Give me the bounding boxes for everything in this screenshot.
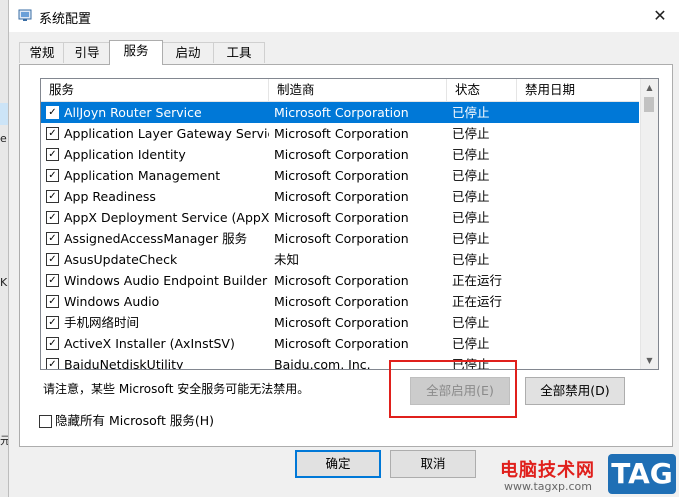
service-checkbox[interactable]: ✓ [46, 169, 59, 182]
service-name: Windows Audio Endpoint Builder [64, 273, 268, 288]
tab-boot[interactable]: 引导 [63, 42, 111, 63]
service-status: 正在运行 [452, 294, 503, 309]
service-status: 已停止 [452, 210, 490, 225]
service-checkbox[interactable]: ✓ [46, 274, 59, 287]
tab-general[interactable]: 常规 [19, 42, 65, 63]
system-config-window: 系统配置 ✕ 常规 引导 服务 启动 工具 服务 制造商 状态 禁用日期 ✓ Al… [8, 0, 679, 497]
close-button[interactable]: ✕ [648, 4, 672, 28]
service-status: 已停止 [452, 147, 490, 162]
tab-tools[interactable]: 工具 [213, 42, 265, 63]
column-header-disabled-date[interactable]: 禁用日期 [517, 79, 639, 101]
service-checkbox[interactable]: ✓ [46, 106, 59, 119]
service-vendor: 未知 [274, 252, 300, 267]
service-name: Application Layer Gateway Service [64, 126, 269, 141]
msconfig-icon [18, 9, 32, 21]
service-vendor: Microsoft Corporation [274, 210, 409, 225]
column-header-status[interactable]: 状态 [447, 79, 517, 101]
table-row[interactable]: ✓ AsusUpdateCheck 未知 已停止 [41, 249, 639, 270]
watermark: 电脑技术网 www.tagxp.com TAG [500, 452, 679, 497]
background-selection [0, 103, 8, 125]
service-checkbox[interactable]: ✓ [46, 337, 59, 350]
close-icon: ✕ [653, 6, 667, 25]
watermark-title: 电脑技术网 [500, 460, 595, 481]
watermark-url: www.tagxp.com [504, 480, 592, 493]
service-checkbox[interactable]: ✓ [46, 190, 59, 203]
service-status: 已停止 [452, 231, 490, 246]
tab-services[interactable]: 服务 [109, 40, 163, 65]
service-name: Windows Audio [64, 294, 160, 309]
service-status: 已停止 [452, 336, 490, 351]
annotation-highlight-box [389, 360, 517, 418]
service-status: 已停止 [452, 126, 490, 141]
table-row[interactable]: ✓ AppX Deployment Service (AppX... Microso… [41, 207, 639, 228]
table-row[interactable]: ✓ ActiveX Installer (AxInstSV) Microsoft C… [41, 333, 639, 354]
cancel-button[interactable]: 取消 [390, 450, 476, 478]
service-checkbox[interactable]: ✓ [46, 148, 59, 161]
service-vendor: Microsoft Corporation [274, 315, 409, 330]
service-vendor: Microsoft Corporation [274, 273, 409, 288]
service-status: 已停止 [452, 252, 490, 267]
service-vendor: Microsoft Corporation [274, 231, 409, 246]
service-status: 已停止 [452, 315, 490, 330]
table-row[interactable]: ✓ App Readiness Microsoft Corporation 已停止 [41, 186, 639, 207]
service-vendor: Microsoft Corporation [274, 168, 409, 183]
service-vendor: Microsoft Corporation [274, 105, 409, 120]
service-vendor: Microsoft Corporation [274, 294, 409, 309]
service-status: 正在运行 [452, 273, 503, 288]
services-panel: 服务 制造商 状态 禁用日期 ✓ AllJoyn Router Service Mi… [19, 64, 673, 447]
table-row[interactable]: ✓ AllJoyn Router Service Microsoft Corpora… [41, 102, 639, 123]
background-glyph: e [0, 132, 7, 145]
service-checkbox[interactable]: ✓ [46, 127, 59, 140]
tab-startup[interactable]: 启动 [161, 42, 215, 63]
service-name: AsusUpdateCheck [64, 252, 178, 267]
table-row[interactable]: ✓ 手机网络时间 Microsoft Corporation 已停止 [41, 312, 639, 333]
table-row[interactable]: ✓ Windows Audio Endpoint Builder Microsoft… [41, 270, 639, 291]
vertical-scrollbar[interactable]: ▲ ▼ [640, 79, 658, 369]
security-note: 请注意，某些 Microsoft 安全服务可能无法禁用。 [43, 382, 310, 396]
scroll-thumb[interactable] [644, 97, 654, 112]
watermark-badge: TAG [608, 454, 676, 494]
service-checkbox[interactable]: ✓ [46, 358, 59, 369]
table-row[interactable]: ✓ Application Management Microsoft Corpora… [41, 165, 639, 186]
service-name: Application Management [64, 168, 221, 183]
table-row[interactable]: ✓ AssignedAccessManager 服务 Microsoft Corpo… [41, 228, 639, 249]
window-title: 系统配置 [39, 12, 92, 27]
service-vendor: Microsoft Corporation [274, 189, 409, 204]
service-name: AppX Deployment Service (AppX... [64, 210, 269, 225]
service-checkbox[interactable]: ✓ [46, 295, 59, 308]
service-name: AssignedAccessManager 服务 [64, 231, 248, 246]
service-status: 已停止 [452, 168, 490, 183]
hide-ms-label: 隐藏所有 Microsoft 服务(H) [55, 413, 214, 428]
table-row[interactable]: ✓ BaiduNetdiskUtility Baidu.com, Inc. 已停止 [41, 354, 639, 370]
column-header-vendor[interactable]: 制造商 [269, 79, 447, 101]
service-checkbox[interactable]: ✓ [46, 253, 59, 266]
scroll-down-icon[interactable]: ▼ [641, 352, 658, 369]
service-name: App Readiness [64, 189, 156, 204]
service-name: 手机网络时间 [64, 315, 140, 330]
list-header: 服务 制造商 状态 禁用日期 [41, 79, 639, 102]
table-row[interactable]: ✓ Windows Audio Microsoft Corporation 正在运行 [41, 291, 639, 312]
service-vendor: Microsoft Corporation [274, 336, 409, 351]
table-row[interactable]: ✓ Application Layer Gateway Service Micros… [41, 123, 639, 144]
service-name: BaiduNetdiskUtility [64, 357, 184, 370]
title-bar: 系统配置 ✕ [9, 0, 679, 32]
service-vendor: Microsoft Corporation [274, 126, 409, 141]
service-name: ActiveX Installer (AxInstSV) [64, 336, 235, 351]
column-header-service[interactable]: 服务 [41, 79, 269, 101]
scroll-up-icon[interactable]: ▲ [641, 79, 658, 96]
table-row[interactable]: ✓ Application Identity Microsoft Corporati… [41, 144, 639, 165]
service-rows: ✓ AllJoyn Router Service Microsoft Corpora… [41, 102, 639, 370]
service-name: Application Identity [64, 147, 186, 162]
disable-all-button[interactable]: 全部禁用(D) [525, 377, 625, 405]
service-checkbox[interactable]: ✓ [46, 211, 59, 224]
service-status: 已停止 [452, 189, 490, 204]
service-checkbox[interactable]: ✓ [46, 232, 59, 245]
hide-ms-checkbox[interactable] [39, 415, 52, 428]
service-name: AllJoyn Router Service [64, 105, 202, 120]
services-list[interactable]: 服务 制造商 状态 禁用日期 ✓ AllJoyn Router Service Mi… [40, 78, 659, 370]
service-checkbox[interactable]: ✓ [46, 316, 59, 329]
service-vendor: Microsoft Corporation [274, 147, 409, 162]
ok-button[interactable]: 确定 [295, 450, 381, 478]
service-status: 已停止 [452, 105, 490, 120]
